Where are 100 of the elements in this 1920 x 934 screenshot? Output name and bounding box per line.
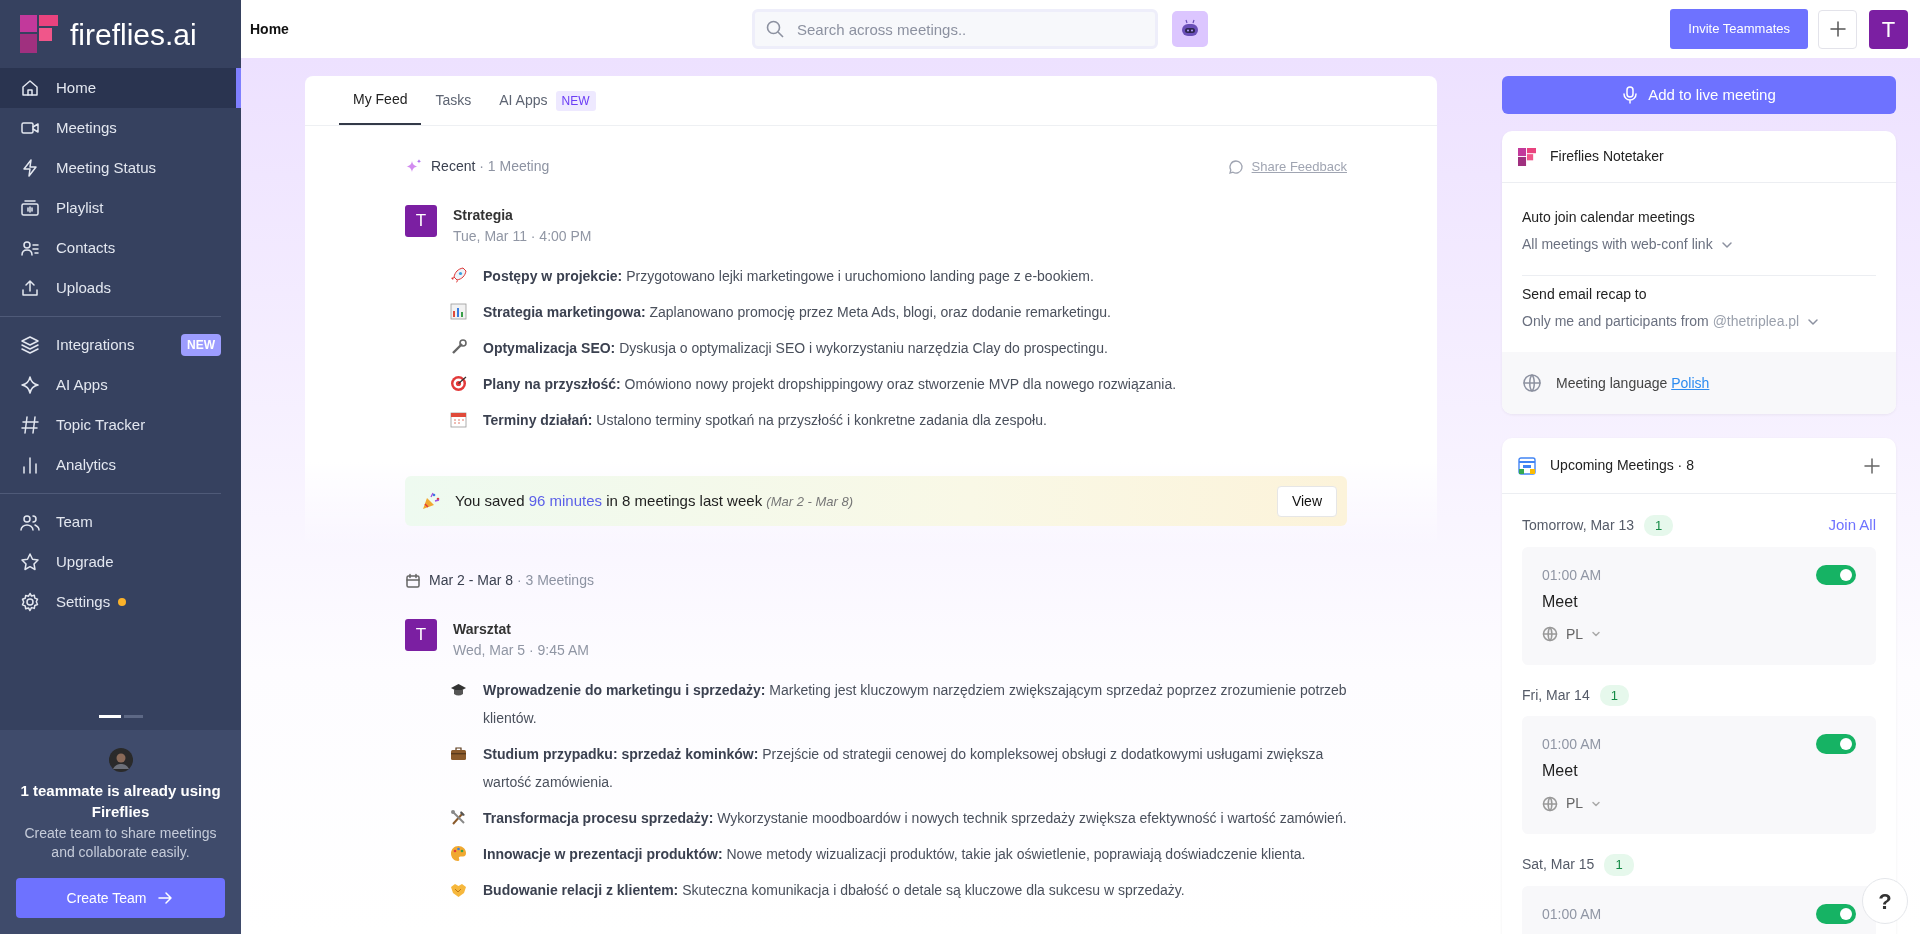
language-dropdown[interactable]: PL [1566, 793, 1584, 814]
upload-icon [20, 278, 40, 298]
layers-icon [20, 335, 40, 355]
summary-point: Postępy w projekcie: Przygotowano lejki marketingowe i uruchomiono landing page z e-bookiem. [483, 267, 1094, 286]
user-avatar[interactable]: T [1869, 9, 1908, 49]
savings-message: You saved 96 minutes in 8 meetings last week (Mar 2 - Mar 8) [455, 490, 853, 511]
sidebar-item[interactable]: Analytics [0, 445, 241, 485]
card-title: Upcoming Meetings · 8 [1550, 456, 1694, 475]
search-field[interactable]: Search across meetings.. [752, 9, 1158, 49]
chat-bubble-icon [1227, 158, 1244, 175]
section-title: Mar 2 - Mar 8 · 3 Meetings [429, 571, 594, 590]
sidebar-item[interactable]: Home [0, 68, 241, 108]
sidebar-item[interactable]: Playlist [0, 188, 241, 228]
tab[interactable]: My Feed [339, 76, 422, 125]
target-icon [450, 375, 467, 392]
sidebar-item[interactable]: Integrations NEW [0, 325, 241, 365]
microphone-icon [1622, 86, 1639, 104]
join-all-link[interactable]: Join All [1828, 514, 1876, 537]
meeting-title[interactable]: Strategia [453, 205, 592, 226]
contacts-icon [20, 238, 40, 258]
add-button[interactable] [1818, 9, 1857, 49]
sidebar-item[interactable]: Contacts [0, 228, 241, 268]
tools-icon [450, 809, 467, 826]
summary-point: Budowanie relacji z klientem: Skuteczna komunikacja i dbałość o detale są kluczowe dla sukcesu w sprzedaży. [483, 881, 1185, 900]
meeting-time: Tue, Mar 11 · 4:00 PM [453, 227, 592, 246]
meeting-card[interactable]: 01:00 AM Meet PL [1522, 716, 1876, 834]
calendar-icon [405, 572, 421, 589]
new-badge: NEW [555, 90, 596, 111]
home-icon [20, 78, 40, 98]
sidebar-item[interactable]: Team [0, 502, 241, 542]
meeting-title[interactable]: Warsztat [453, 619, 589, 640]
count-badge: 1 [1644, 514, 1674, 536]
meeting-avatar: T [405, 619, 437, 651]
tab[interactable]: AI Apps NEW [485, 76, 610, 125]
sidebar-item[interactable]: Settings [0, 582, 241, 622]
toggle-switch[interactable] [1816, 903, 1856, 924]
sidebar-item[interactable]: Upgrade [0, 542, 241, 582]
meeting-title: Meet [1542, 591, 1579, 612]
pager-indicator [98, 715, 143, 719]
bar-chart-icon [450, 303, 467, 320]
arrow-right-icon [156, 889, 175, 907]
avatar-icon [108, 748, 133, 773]
party-popper-icon [421, 491, 441, 511]
calendar-icon [1518, 456, 1536, 475]
plus-icon [1864, 457, 1880, 474]
globe-icon [1542, 626, 1558, 642]
summary-point: Terminy działań: Ustalono terminy spotkań na przyszłość i konkretne zadania dla zespołu. [483, 411, 1047, 430]
chevron-down-icon [1591, 629, 1602, 639]
logo-icon [20, 15, 58, 53]
sparkle-icon [20, 375, 40, 395]
summary-point: Plany na przyszłość: Omówiono nowy projekt dropshippingowy oraz stworzenie MVP dla nowego rozwiązania. [483, 375, 1177, 394]
invite-button[interactable]: Invite Teammates [1670, 9, 1808, 49]
summary-point: Studium przypadku: sprzedaż kominków: Przejście od strategii cenowej do kompleksowej obsługi z dodatkowymi usługami zwiększa wartość zamówienia. [483, 745, 1325, 792]
summary-point: Wprowadzenie do marketingu i sprzedaży: Marketing jest kluczowym narzędziem zwiększającym sprzedaż poprzez zrozumienie potrzeb klientów. [483, 681, 1347, 728]
toggle-switch[interactable] [1816, 734, 1856, 754]
playlist-icon [20, 198, 40, 218]
palette-icon [450, 845, 467, 862]
meeting-time: Wed, Mar 5 · 9:45 AM [453, 641, 589, 660]
sidebar-item[interactable]: Meeting Status [0, 148, 241, 188]
setting-dropdown[interactable]: All meetings with web-conf link [1522, 234, 1876, 255]
assistant-button[interactable] [1172, 11, 1208, 47]
rocket-icon [450, 267, 467, 284]
promo-title: 1 teammate is already using Fireflies [19, 781, 222, 823]
sidebar-item[interactable]: Meetings [0, 108, 241, 148]
day-label: Tomorrow, Mar 13 [1522, 515, 1635, 535]
language-dropdown[interactable]: PL [1566, 623, 1584, 645]
setting-label: Auto join calendar meetings [1522, 208, 1696, 227]
meeting-time: 01:00 AM [1542, 565, 1602, 585]
wrench-icon [450, 339, 467, 356]
logo-text: fireflies.ai [70, 16, 197, 53]
add-to-live-meeting-button[interactable]: Add to live meeting [1502, 76, 1896, 114]
meeting-title: Meet [1542, 761, 1579, 781]
view-button[interactable]: View [1276, 485, 1337, 517]
settings-icon [20, 592, 40, 612]
section-title: Recent · 1 Meeting [431, 157, 550, 176]
meeting-card[interactable]: 01:00 AM Meet PL [1522, 546, 1876, 665]
setting-dropdown[interactable]: Only me and participants from @thetriplea.pl [1522, 311, 1876, 332]
sidebar-item[interactable]: Topic Tracker [0, 405, 241, 445]
new-badge: NEW [181, 334, 221, 356]
plus-icon [1828, 20, 1847, 38]
setting-label: Send email recap to [1522, 285, 1648, 304]
create-team-button[interactable]: Create Team [16, 878, 225, 918]
toggle-switch[interactable] [1816, 564, 1856, 585]
globe-icon [1522, 373, 1542, 393]
star-icon [20, 552, 40, 572]
promo-text: Create team to share meetings and collaborate easily. [23, 824, 218, 862]
language-setting: Meeting language Polish [1556, 373, 1710, 393]
lightning-icon [20, 158, 40, 178]
meeting-time: 01:00 AM [1542, 735, 1602, 754]
sidebar-item[interactable]: AI Apps [0, 365, 241, 405]
tab[interactable]: Tasks [421, 76, 486, 125]
meeting-time: 01:00 AM [1542, 904, 1602, 924]
team-icon [20, 512, 40, 532]
sidebar-item[interactable]: Uploads [0, 268, 241, 308]
globe-icon [1542, 795, 1558, 812]
summary-point: Innowacje w prezentacji produktów: Nowe metody wizualizacji produktów, takie jak oświetlenie, poprawiają doświadczenie klienta. [483, 845, 1306, 864]
meeting-avatar: T [405, 205, 437, 237]
logo-icon [1518, 147, 1536, 166]
card-title: Fireflies Notetaker [1550, 147, 1664, 166]
count-badge: 1 [1599, 684, 1629, 706]
